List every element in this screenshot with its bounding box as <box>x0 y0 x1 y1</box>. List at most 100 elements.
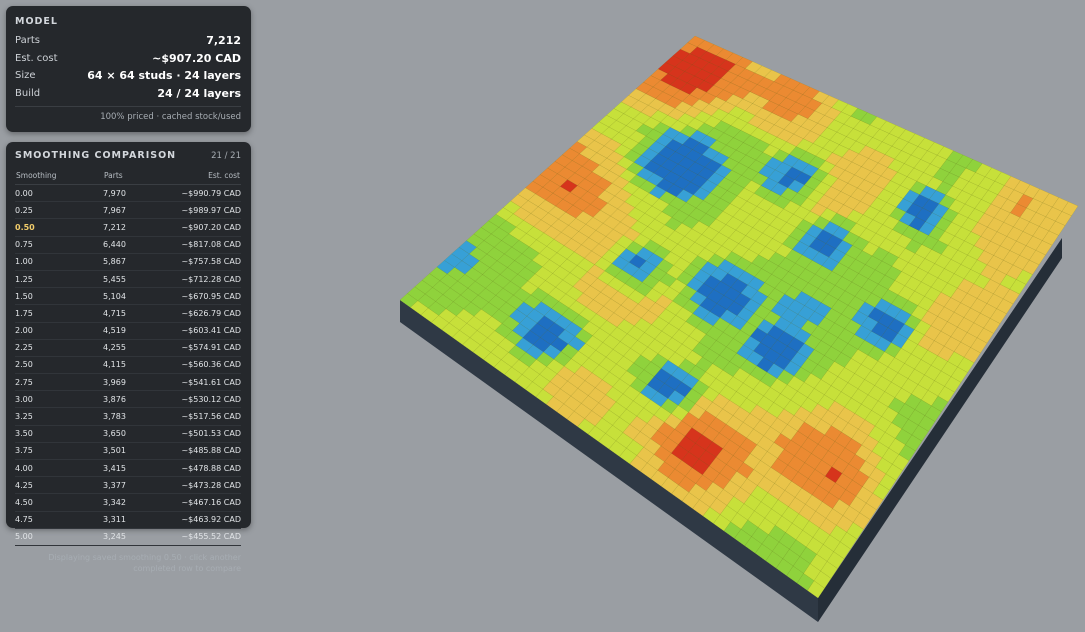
comparison-footer: Displaying saved smoothing 0.50 · click … <box>48 552 241 573</box>
model-panel: MODEL Parts 7,212 Est. cost ~$907.20 CAD… <box>6 6 251 132</box>
row-parts: 3,876 <box>103 390 165 409</box>
comparison-row[interactable]: 4.25 3,377 ~$473.28 CAD <box>15 476 241 495</box>
row-parts: 3,311 <box>103 511 165 529</box>
row-parts: 6,440 <box>103 236 165 254</box>
comparison-title: SMOOTHING COMPARISON <box>15 150 177 161</box>
comparison-row[interactable]: 2.50 4,115 ~$560.36 CAD <box>15 356 241 375</box>
comparison-table: Smoothing Parts Est. cost 0.00 7,970 ~$990… <box>15 167 241 546</box>
row-smoothing: 4.50 <box>15 493 103 512</box>
terrain-blocks <box>399 35 1079 599</box>
row-parts: 5,455 <box>103 270 165 289</box>
row-parts: 4,255 <box>103 339 165 357</box>
parts-label: Parts <box>15 35 40 47</box>
row-parts: 3,650 <box>103 425 165 443</box>
comparison-row[interactable]: 3.75 3,501 ~$485.88 CAD <box>15 442 241 461</box>
row-smoothing: 3.25 <box>15 407 103 426</box>
comparison-row[interactable]: 3.50 3,650 ~$501.53 CAD <box>15 425 241 443</box>
comparison-row[interactable]: 4.00 3,415 ~$478.88 CAD <box>15 459 241 478</box>
row-smoothing: 1.75 <box>15 304 103 323</box>
row-cost: ~$485.88 CAD <box>165 442 241 461</box>
comparison-row[interactable]: 1.75 4,715 ~$626.79 CAD <box>15 304 241 323</box>
model-row-cost: Est. cost ~$907.20 CAD <box>15 50 241 68</box>
row-parts: 3,501 <box>103 442 165 461</box>
row-parts: 3,415 <box>103 459 165 478</box>
model-row-size: Size 64 × 64 studs · 24 layers <box>15 67 241 85</box>
model-row-parts: Parts 7,212 <box>15 32 241 50</box>
row-smoothing: 0.75 <box>15 236 103 254</box>
comparison-header-row: Smoothing Parts Est. cost <box>15 167 241 185</box>
model-row-build: Build 24 / 24 layers <box>15 85 241 103</box>
row-parts: 4,115 <box>103 356 165 375</box>
row-cost: ~$757.58 CAD <box>165 253 241 271</box>
row-parts: 3,245 <box>103 528 165 546</box>
row-parts: 3,377 <box>103 476 165 495</box>
row-parts: 3,969 <box>103 373 165 392</box>
row-cost: ~$501.53 CAD <box>165 425 241 443</box>
model-title: MODEL <box>15 16 58 27</box>
row-parts: 4,519 <box>103 322 165 340</box>
row-parts: 3,783 <box>103 407 165 426</box>
row-cost: ~$478.88 CAD <box>165 459 241 478</box>
row-parts: 5,867 <box>103 253 165 271</box>
comparison-row[interactable]: 0.00 7,970 ~$990.79 CAD <box>15 184 241 203</box>
row-cost: ~$574.91 CAD <box>165 339 241 357</box>
column-header-cost: Est. cost <box>165 167 241 185</box>
row-smoothing: 0.25 <box>15 201 103 220</box>
row-smoothing: 2.00 <box>15 322 103 340</box>
row-cost: ~$712.28 CAD <box>165 270 241 289</box>
comparison-row[interactable]: 2.00 4,519 ~$603.41 CAD <box>15 322 241 340</box>
comparison-row[interactable]: 4.50 3,342 ~$467.16 CAD <box>15 493 241 512</box>
size-value: 64 × 64 studs · 24 layers <box>87 69 241 83</box>
comparison-row[interactable]: 1.00 5,867 ~$757.58 CAD <box>15 253 241 271</box>
row-cost: ~$473.28 CAD <box>165 476 241 495</box>
build-value: 24 / 24 layers <box>157 86 241 100</box>
parts-value: 7,212 <box>206 34 241 48</box>
row-smoothing: 5.00 <box>15 528 103 546</box>
comparison-row[interactable]: 3.25 3,783 ~$517.56 CAD <box>15 407 241 426</box>
model-rows: Parts 7,212 Est. cost ~$907.20 CAD Size … <box>15 32 241 102</box>
comparison-count: 21 / 21 <box>211 150 241 161</box>
row-parts: 7,970 <box>103 184 165 203</box>
row-cost: ~$907.20 CAD <box>165 218 241 237</box>
row-parts: 5,104 <box>103 287 165 306</box>
row-cost: ~$603.41 CAD <box>165 322 241 340</box>
size-label: Size <box>15 70 36 82</box>
row-smoothing: 4.00 <box>15 459 103 478</box>
comparison-row[interactable]: 3.00 3,876 ~$530.12 CAD <box>15 390 241 409</box>
row-cost: ~$517.56 CAD <box>165 407 241 426</box>
comparison-row[interactable]: 1.25 5,455 ~$712.28 CAD <box>15 270 241 289</box>
row-cost: ~$463.92 CAD <box>165 511 241 529</box>
cost-value: ~$907.20 CAD <box>152 51 241 65</box>
column-header-parts: Parts <box>103 167 165 185</box>
comparison-row[interactable]: 0.75 6,440 ~$817.08 CAD <box>15 236 241 254</box>
row-cost: ~$670.95 CAD <box>165 287 241 306</box>
comparison-row[interactable]: 4.75 3,311 ~$463.92 CAD <box>15 511 241 529</box>
comparison-row[interactable]: 2.75 3,969 ~$541.61 CAD <box>15 373 241 392</box>
comparison-row[interactable]: 0.25 7,967 ~$989.97 CAD <box>15 201 241 220</box>
comparison-row[interactable]: 5.00 3,245 ~$455.52 CAD <box>15 528 241 546</box>
row-cost: ~$541.61 CAD <box>165 373 241 392</box>
comparison-row[interactable]: 0.50 7,212 ~$907.20 CAD <box>15 218 241 237</box>
row-smoothing: 2.50 <box>15 356 103 375</box>
cost-label: Est. cost <box>15 52 58 64</box>
row-smoothing: 4.25 <box>15 476 103 495</box>
row-cost: ~$990.79 CAD <box>165 184 241 203</box>
build-label: Build <box>15 87 41 99</box>
comparison-header: SMOOTHING COMPARISON 21 / 21 <box>15 150 241 161</box>
row-smoothing: 3.00 <box>15 390 103 409</box>
row-cost: ~$989.97 CAD <box>165 201 241 220</box>
column-header-smoothing: Smoothing <box>15 167 103 185</box>
row-smoothing: 4.75 <box>15 511 103 529</box>
row-smoothing: 0.00 <box>15 184 103 203</box>
row-parts: 7,212 <box>103 218 165 237</box>
row-smoothing: 2.75 <box>15 373 103 392</box>
row-cost: ~$560.36 CAD <box>165 356 241 375</box>
row-cost: ~$626.79 CAD <box>165 304 241 323</box>
row-parts: 4,715 <box>103 304 165 323</box>
row-cost: ~$817.08 CAD <box>165 236 241 254</box>
comparison-row[interactable]: 2.25 4,255 ~$574.91 CAD <box>15 339 241 357</box>
row-smoothing: 2.25 <box>15 339 103 357</box>
comparison-row[interactable]: 1.50 5,104 ~$670.95 CAD <box>15 287 241 306</box>
pricing-note: 100% priced · cached stock/used <box>15 106 241 122</box>
row-smoothing: 3.50 <box>15 425 103 443</box>
